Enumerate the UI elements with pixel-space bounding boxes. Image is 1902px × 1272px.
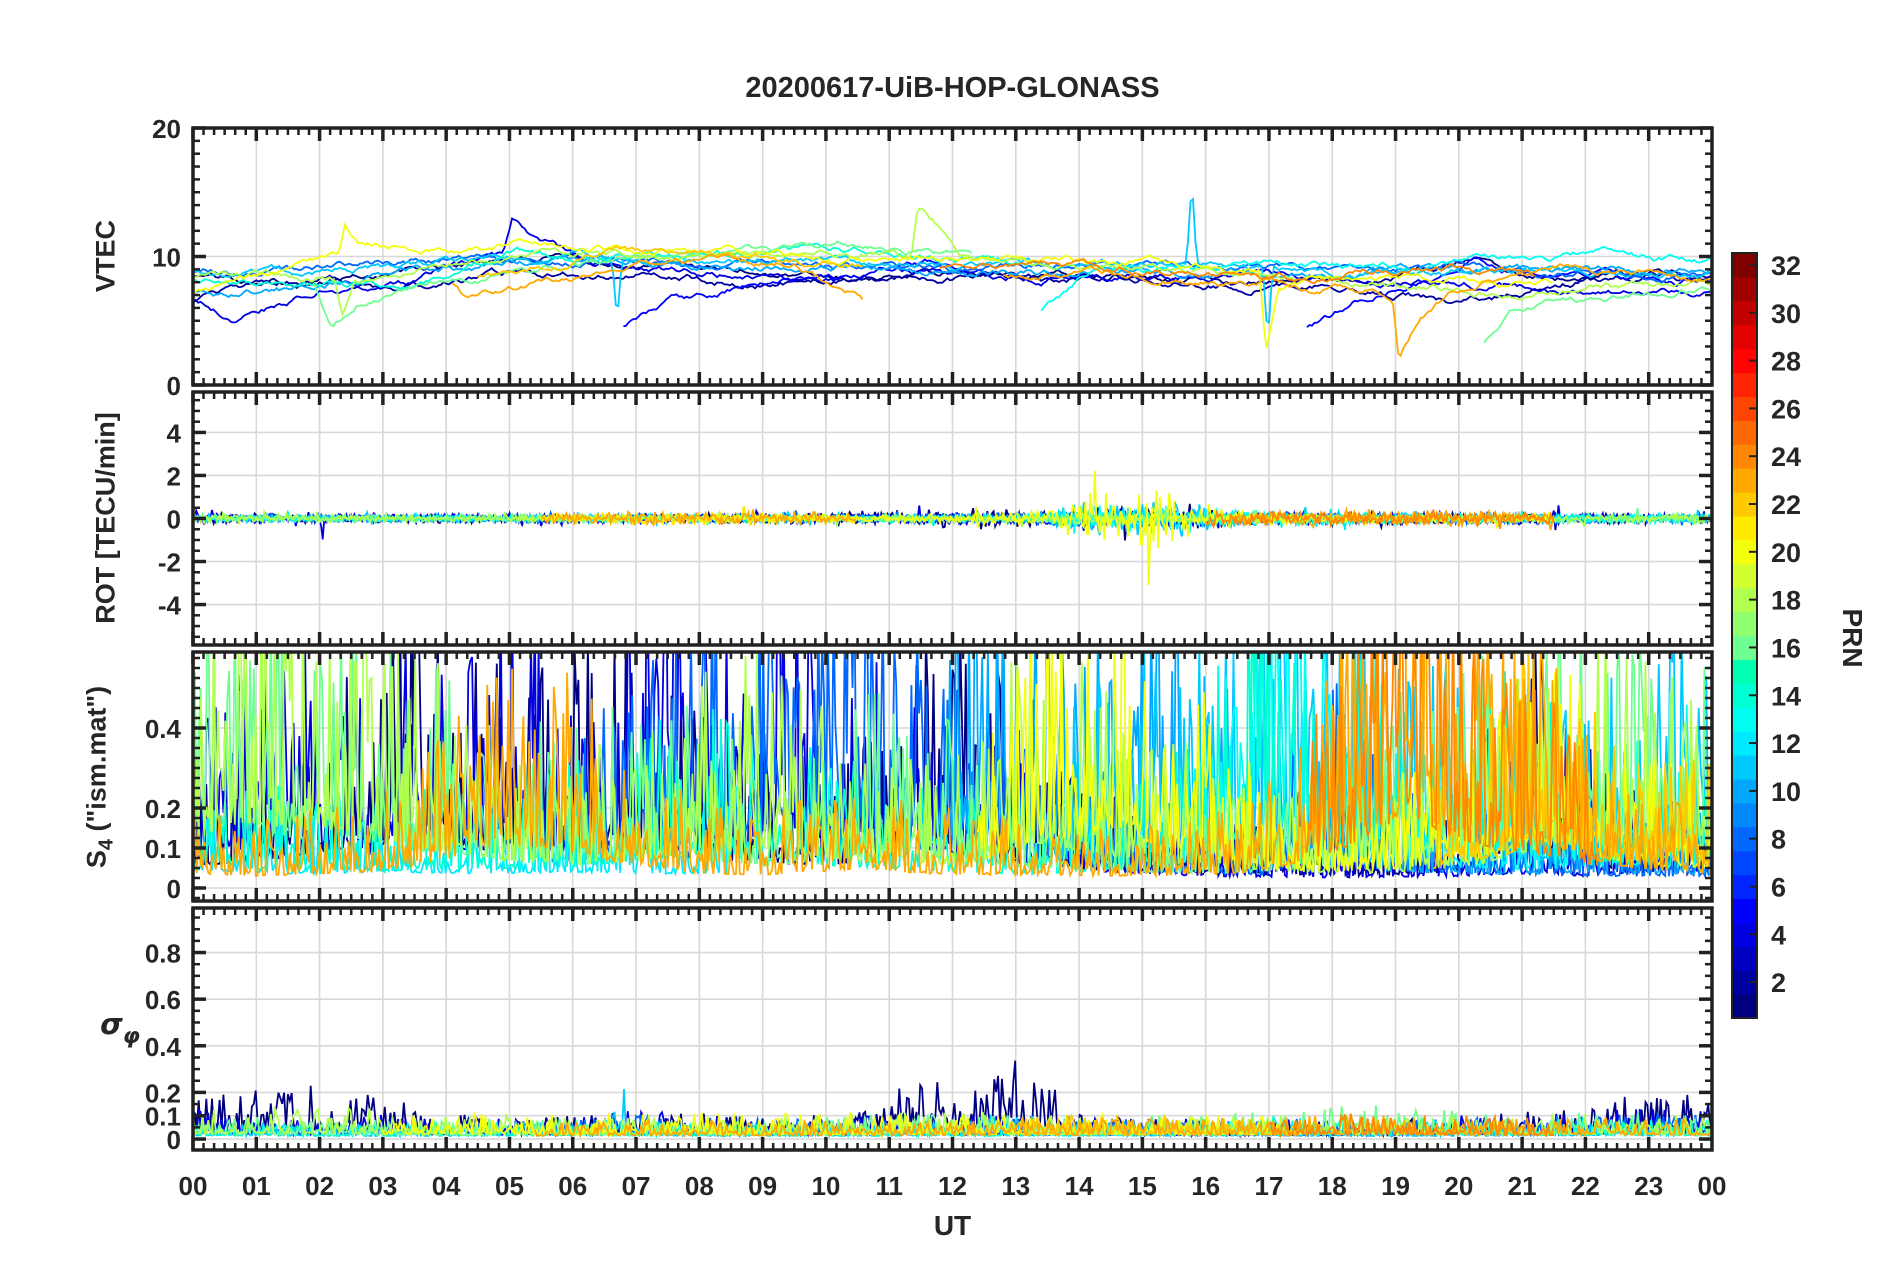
panel-sigma_phi: 00.10.20.40.60.8	[145, 906, 1714, 1155]
colorbar-tick-label: 10	[1771, 777, 1801, 807]
colorbar-label: PRN	[1837, 608, 1868, 668]
x-tick-label: 00	[1698, 1171, 1727, 1201]
y-tick-label: 0.2	[145, 1078, 181, 1108]
chart-svg: 01020-4-202400.10.20.400.10.20.40.60.800…	[145, 114, 1801, 1201]
x-tick-label: 04	[432, 1171, 461, 1201]
x-tick-label: 20	[1444, 1171, 1473, 1201]
colorbar-tick-label: 30	[1771, 299, 1801, 329]
x-tick-label: 22	[1571, 1171, 1600, 1201]
x-tick-label: 21	[1508, 1171, 1537, 1201]
x-tick-label: 16	[1191, 1171, 1220, 1201]
x-tick-label: 02	[305, 1171, 334, 1201]
colorbar-tick-label: 28	[1771, 347, 1801, 377]
x-tick-label: 19	[1381, 1171, 1410, 1201]
x-tick-label: 14	[1065, 1171, 1094, 1201]
colorbar-tick-label: 16	[1771, 633, 1801, 663]
y-tick-label: 0.1	[145, 834, 181, 864]
x-tick-label: 03	[368, 1171, 397, 1201]
y-tick-label: 0.4	[145, 1032, 182, 1062]
x-tick-label: 01	[242, 1171, 271, 1201]
panel-S4: 0 0.1 0.2 0.4	[145, 650, 1714, 904]
colorbar-tick-label: 18	[1771, 586, 1801, 616]
colorbar-tick-label: 14	[1771, 681, 1801, 711]
x-tick-label: 06	[558, 1171, 587, 1201]
series-prn-16	[1483, 286, 1712, 344]
colorbar-tick-label: 4	[1771, 920, 1786, 950]
y-axis-label-s4: S4 ("ism.mat")	[81, 685, 118, 869]
x-tick-label: 08	[685, 1171, 714, 1201]
colorbar: 2468101214161820222426283032	[1731, 251, 1801, 1019]
colorbar-tick-label: 6	[1771, 873, 1786, 903]
y-tick-label: 0	[167, 371, 181, 401]
x-tick-label: 15	[1128, 1171, 1157, 1201]
y-tick-label: -2	[158, 548, 181, 578]
y-axis-label-rot: ROT [TECU/min]	[90, 412, 121, 624]
y-axis-label-sigma-phi: σφ	[100, 1007, 140, 1049]
x-tick-label: 07	[622, 1171, 651, 1201]
colorbar-tick-label: 24	[1771, 442, 1801, 472]
y-tick-label: 10	[152, 243, 181, 273]
y-tick-label: 20	[152, 114, 181, 144]
x-tick-label: 18	[1318, 1171, 1347, 1201]
colorbar-tick-label: 12	[1771, 729, 1801, 759]
series-prn-20	[193, 221, 1553, 348]
x-tick-label: 05	[495, 1171, 524, 1201]
y-tick-label: 0.2	[145, 794, 181, 824]
colorbar-tick-label: 20	[1771, 538, 1801, 568]
colorbar-tick-label: 8	[1771, 825, 1786, 855]
y-tick-label: 4	[167, 418, 182, 448]
y-tick-label: 0.8	[145, 939, 181, 969]
x-tick-label: 09	[748, 1171, 777, 1201]
x-tick-label: 13	[1001, 1171, 1030, 1201]
y-tick-label: 2	[167, 461, 181, 491]
x-tick-label: 00	[179, 1171, 208, 1201]
y-axis-label-vtec: VTEC	[90, 219, 121, 293]
x-tick-label: 12	[938, 1171, 967, 1201]
y-tick-label: 0.4	[145, 714, 182, 744]
y-tick-label: 0.6	[145, 985, 181, 1015]
chart-title: 20200617-UiB-HOP-GLONASS	[745, 72, 1160, 104]
series-prn-20	[699, 471, 1555, 585]
y-tick-label: 0	[167, 874, 181, 904]
x-tick-label: 10	[811, 1171, 840, 1201]
y-tick-label: -4	[158, 591, 182, 621]
panel-ROT: -4 -2 0 2 4	[158, 390, 1714, 647]
x-axis-label: UT	[933, 1210, 972, 1241]
colorbar-tick-label: 22	[1771, 490, 1801, 520]
colorbar-tick-label: 32	[1771, 251, 1801, 281]
figure-canvas: 0 10 20 -4 -2 0 2 4 0 0.1 0.2 0.4 0 0.1 0.2 0.4 0.6 0.8 00…	[0, 0, 1902, 1272]
y-tick-label: 0	[167, 505, 181, 535]
x-tick-label: 17	[1254, 1171, 1283, 1201]
x-tick-label: 23	[1634, 1171, 1663, 1201]
colorbar-tick-label: 26	[1771, 394, 1801, 424]
colorbar-tick-label: 2	[1771, 968, 1786, 998]
x-tick-label: 11	[875, 1171, 903, 1201]
panel-VTEC: 0 10 20	[152, 114, 1714, 401]
